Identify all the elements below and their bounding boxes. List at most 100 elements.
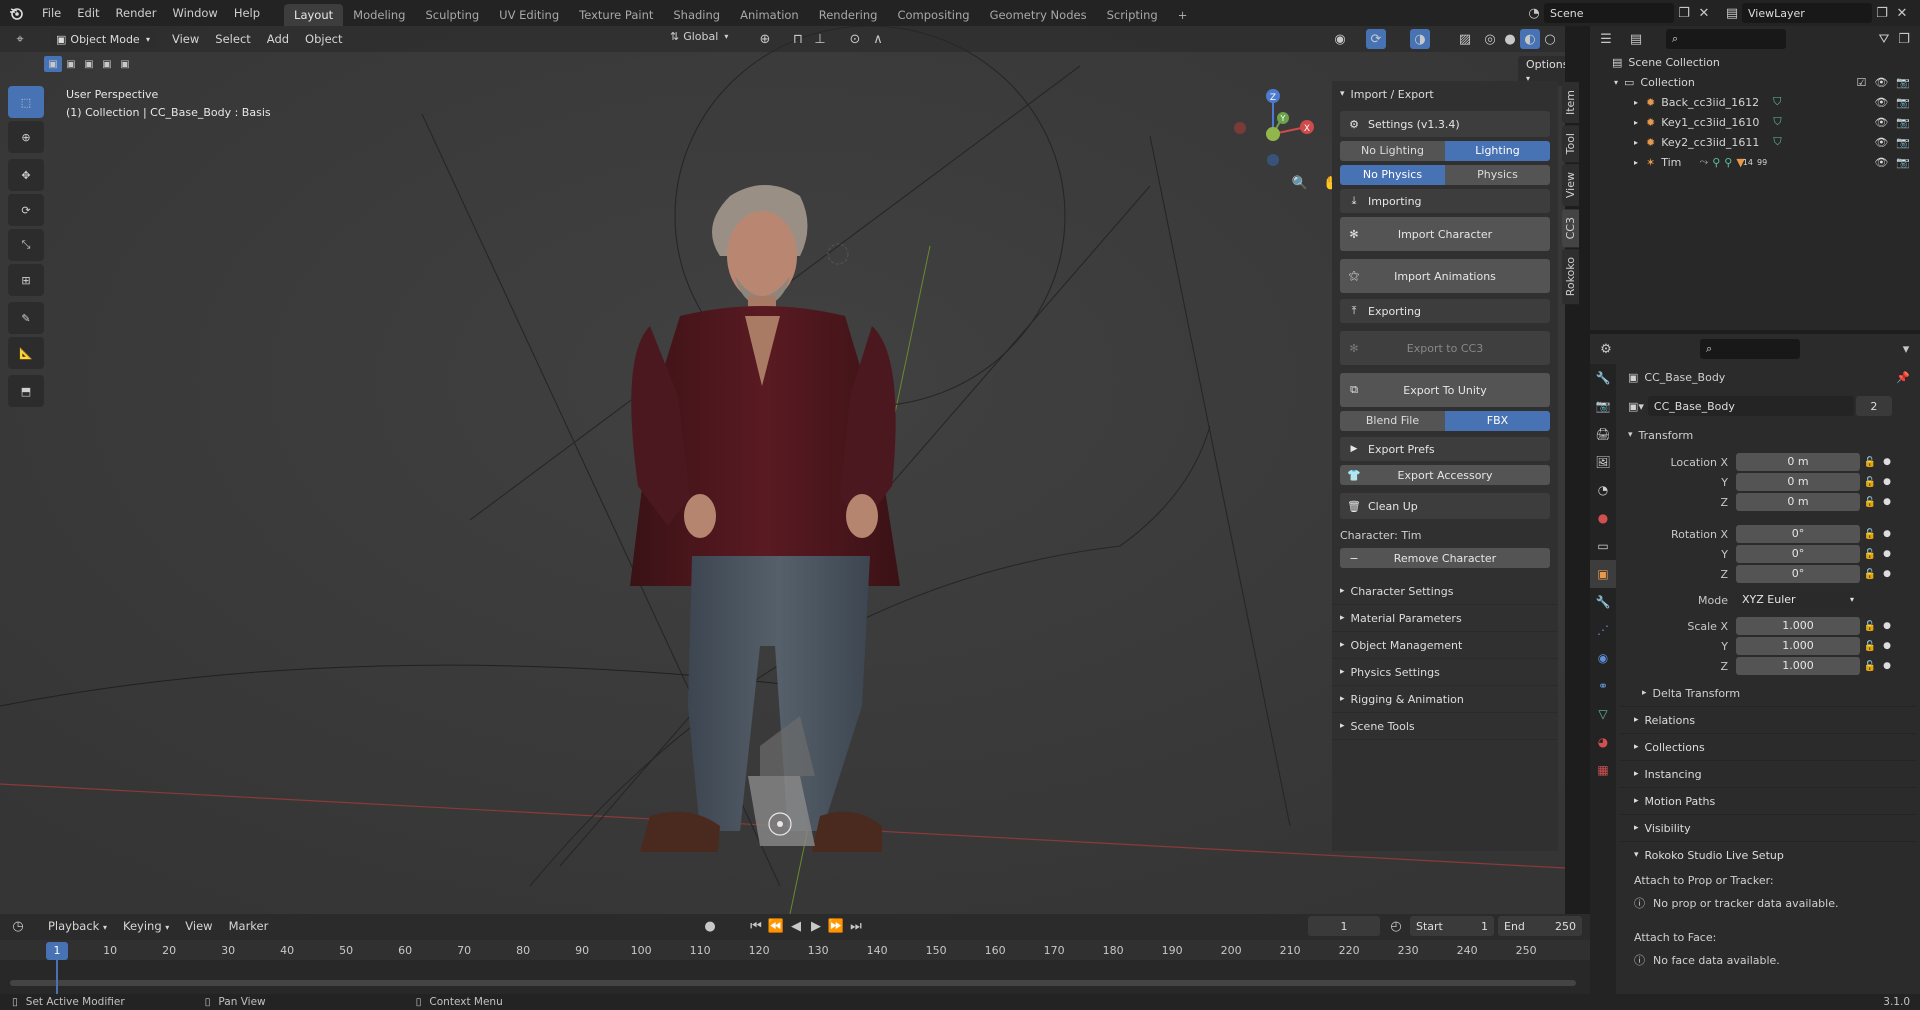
object-tab-icon[interactable]: ▣ xyxy=(1590,560,1616,588)
clock-icon[interactable]: ◴ xyxy=(1386,916,1406,936)
camera-icon[interactable]: 📷 xyxy=(1896,156,1910,169)
transform-header[interactable]: ▾ Transform xyxy=(1620,422,1916,448)
keyframe-dot-icon[interactable]: ● xyxy=(1880,529,1894,539)
jump-start-icon[interactable]: ⏮ xyxy=(746,916,766,936)
select-intersect-icon[interactable]: ▣ xyxy=(116,56,134,72)
tab-layout[interactable]: Layout xyxy=(284,4,344,26)
next-keyframe-icon[interactable]: ⏩ xyxy=(826,916,846,936)
keyframe-dot-icon[interactable]: ● xyxy=(1880,497,1894,507)
lock-icon[interactable]: 🔓 xyxy=(1860,621,1880,632)
tab-uv-editing[interactable]: UV Editing xyxy=(489,4,569,26)
add-cube-tool[interactable]: ⬒ xyxy=(8,375,44,407)
lock-icon[interactable]: 🔓 xyxy=(1860,549,1880,560)
lock-icon[interactable]: 🔓 xyxy=(1860,529,1880,540)
cursor-tool[interactable]: ⊕ xyxy=(8,121,44,153)
timeline-editor-icon[interactable]: ◷ xyxy=(8,916,28,936)
remove-character-button[interactable]: − Remove Character xyxy=(1340,548,1550,568)
section-visibility[interactable]: ▸ Visibility xyxy=(1620,814,1916,841)
add-workspace-button[interactable]: + xyxy=(1168,4,1198,26)
xray-icon[interactable]: ▨ xyxy=(1455,29,1475,49)
section-scene-tools[interactable]: ▸ Scene Tools xyxy=(1332,713,1558,740)
eye-icon[interactable]: 👁 xyxy=(1874,136,1888,149)
lock-icon[interactable]: 🔓 xyxy=(1860,457,1880,468)
no-physics-option[interactable]: No Physics xyxy=(1340,165,1445,185)
outliner-item[interactable]: ▸ ✹ Back_cc3iid_1612 ⛉ 👁 📷 xyxy=(1590,92,1920,112)
location-z-field[interactable]: 0 m xyxy=(1736,493,1860,511)
scale-x-field[interactable]: 1.000 xyxy=(1736,617,1860,635)
export-accessory-button[interactable]: 👕 Export Accessory xyxy=(1340,465,1550,485)
modifier-tab-icon[interactable]: 🔧 xyxy=(1590,588,1616,616)
tab-animation[interactable]: Animation xyxy=(730,4,809,26)
transform-orientation[interactable]: ⇅ Global ▾ xyxy=(670,30,728,43)
scene-collection-row[interactable]: ▤ Scene Collection xyxy=(1590,52,1920,72)
prev-keyframe-icon[interactable]: ⏪ xyxy=(766,916,786,936)
menu-render[interactable]: Render xyxy=(108,0,165,26)
export-prefs-toggle[interactable]: ▶ Export Prefs xyxy=(1340,437,1550,461)
outliner-editor-icon[interactable]: ☰ xyxy=(1596,29,1616,49)
lock-icon[interactable]: 🔓 xyxy=(1860,569,1880,580)
section-character-settings[interactable]: ▸ Character Settings xyxy=(1332,578,1558,605)
eye-icon[interactable]: 👁 xyxy=(1874,76,1888,89)
section-rokoko-live-setup[interactable]: ▾ Rokoko Studio Live Setup xyxy=(1620,841,1916,868)
current-frame-field[interactable]: 1 xyxy=(1308,916,1380,936)
keyframe-dot-icon[interactable]: ● xyxy=(1880,569,1894,579)
lock-icon[interactable]: 🔓 xyxy=(1860,477,1880,488)
rotation-x-field[interactable]: 0° xyxy=(1736,525,1860,543)
rotate-tool[interactable]: ⟳ xyxy=(8,194,44,226)
lighting-option[interactable]: Lighting xyxy=(1445,141,1550,161)
viewlayer-icon[interactable]: ▤ xyxy=(1722,3,1742,23)
properties-search[interactable]: ⌕ xyxy=(1700,339,1800,359)
timeline-scrollbar[interactable] xyxy=(10,980,1576,986)
camera-icon[interactable]: 📷 xyxy=(1896,76,1910,89)
new-collection-icon[interactable]: ❐ xyxy=(1894,29,1914,49)
filter-icon[interactable]: ⛛ xyxy=(1874,29,1894,49)
annotate-tool[interactable]: ✎ xyxy=(8,302,44,334)
location-y-field[interactable]: 0 m xyxy=(1736,473,1860,491)
menu-edit[interactable]: Edit xyxy=(69,0,107,26)
keyframe-dot-icon[interactable]: ● xyxy=(1880,621,1894,631)
delete-scene-icon[interactable]: ✕ xyxy=(1694,3,1714,23)
import-animations-button[interactable]: ⚝ Import Animations xyxy=(1340,259,1550,293)
viewlayer-field[interactable]: ViewLayer xyxy=(1742,3,1872,23)
select-extend-icon[interactable]: ▣ xyxy=(62,56,80,72)
outliner-search[interactable]: ⌕ xyxy=(1666,29,1786,49)
measure-tool[interactable]: 📐 xyxy=(8,337,44,369)
rotation-z-field[interactable]: 0° xyxy=(1736,565,1860,583)
delete-viewlayer-icon[interactable]: ✕ xyxy=(1892,3,1912,23)
collection-tab-icon[interactable]: ▭ xyxy=(1590,532,1616,560)
menu-view[interactable]: View xyxy=(164,32,207,46)
start-frame-field[interactable]: Start 1 xyxy=(1410,916,1494,936)
eye-icon[interactable]: 👁 xyxy=(1874,156,1888,169)
keyframe-dot-icon[interactable]: ● xyxy=(1880,641,1894,651)
zoom-icon[interactable]: 🔍 xyxy=(1286,169,1314,197)
menu-file[interactable]: File xyxy=(34,0,69,26)
world-tab-icon[interactable]: ● xyxy=(1590,504,1616,532)
tab-modeling[interactable]: Modeling xyxy=(343,4,415,26)
tab-scripting[interactable]: Scripting xyxy=(1097,4,1168,26)
scale-z-field[interactable]: 1.000 xyxy=(1736,657,1860,675)
tab-tool[interactable]: Tool xyxy=(1562,125,1579,163)
rotation-y-field[interactable]: 0° xyxy=(1736,545,1860,563)
tab-shading[interactable]: Shading xyxy=(663,4,730,26)
end-frame-field[interactable]: End 250 xyxy=(1498,916,1582,936)
scene-icon[interactable]: ◔ xyxy=(1524,3,1544,23)
proportional-edit-icon[interactable]: ⊙ xyxy=(845,29,865,49)
settings-button[interactable]: ⚙ Settings (v1.3.4) xyxy=(1340,111,1550,137)
users-count[interactable]: 2 xyxy=(1855,396,1892,416)
select-invert-icon[interactable]: ▣ xyxy=(98,56,116,72)
transform-tool[interactable]: ⊞ xyxy=(8,264,44,296)
overlay-toggle-icon[interactable]: ◑ xyxy=(1410,29,1430,49)
scale-y-field[interactable]: 1.000 xyxy=(1736,637,1860,655)
section-instancing[interactable]: ▸ Instancing xyxy=(1620,760,1916,787)
tab-rendering[interactable]: Rendering xyxy=(809,4,888,26)
record-icon[interactable]: ● xyxy=(700,916,720,936)
checkbox-icon[interactable]: ☑ xyxy=(1856,76,1866,89)
snap-icon[interactable]: ⊓ xyxy=(788,29,808,49)
section-object-management[interactable]: ▸ Object Management xyxy=(1332,632,1558,659)
keyframe-dot-icon[interactable]: ● xyxy=(1880,457,1894,467)
tool-tab-icon[interactable]: 🔧 xyxy=(1590,364,1616,392)
gizmo-toggle-icon[interactable]: ⟳ xyxy=(1366,29,1386,49)
blend-file-option[interactable]: Blend File xyxy=(1340,411,1445,431)
display-mode-icon[interactable]: ▤ xyxy=(1626,29,1646,49)
tab-sculpting[interactable]: Sculpting xyxy=(415,4,489,26)
